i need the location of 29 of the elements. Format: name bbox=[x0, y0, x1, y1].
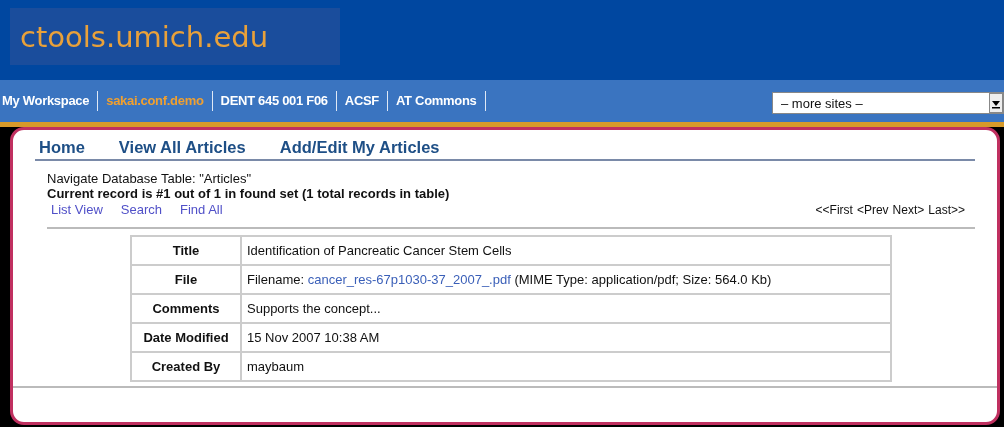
pager-link[interactable]: Last>> bbox=[928, 202, 965, 217]
field-label: File bbox=[131, 265, 241, 294]
site-tab[interactable]: DENT 645 001 F06 bbox=[212, 91, 337, 111]
file-link[interactable]: cancer_res-67p1030-37_2007_.pdf bbox=[307, 272, 511, 287]
field-value: 15 Nov 2007 10:38 AM bbox=[241, 323, 891, 352]
tool-menu-link[interactable]: Add/Edit My Articles bbox=[279, 138, 440, 157]
pager-link[interactable]: Next> bbox=[892, 202, 925, 217]
site-tab[interactable]: My Workspace bbox=[2, 91, 99, 111]
field-value: Identification of Pancreatic Cancer Stem Cells bbox=[241, 236, 891, 265]
field-label: Title bbox=[131, 236, 241, 265]
pager-link[interactable]: <<First bbox=[815, 202, 853, 217]
field-label: Comments bbox=[131, 294, 241, 323]
field-label: Date Modified bbox=[131, 323, 241, 352]
site-tab[interactable]: AT Commons bbox=[388, 91, 486, 111]
table-heading: Navigate Database Table: "Articles" bbox=[47, 171, 253, 186]
record-status: Current record is #1 out of 1 in found set (1 total records in table) bbox=[47, 186, 451, 201]
view-link[interactable]: Search bbox=[120, 202, 162, 217]
tool-menu-link[interactable]: View All Articles bbox=[118, 138, 246, 157]
site-logo[interactable]: ctools.umich.edu bbox=[10, 8, 340, 65]
field-value: maybaum bbox=[241, 352, 891, 381]
site-tab[interactable]: ACSF bbox=[336, 91, 388, 111]
field-value: Filename: cancer_res-67p1030-37_2007_.pdf (MIME Type: application/pdf; Size: 564.0 Kb) bbox=[241, 265, 891, 294]
view-link[interactable]: List View bbox=[51, 202, 103, 217]
view-link[interactable]: Find All bbox=[180, 202, 223, 217]
field-label: Created By bbox=[131, 352, 241, 381]
site-dropdown[interactable]: – more sites – bbox=[772, 92, 1004, 114]
pager-link[interactable]: <Prev bbox=[856, 202, 889, 217]
tool-menu-link[interactable]: Home bbox=[39, 138, 85, 157]
field-value: Supports the concept... bbox=[241, 294, 891, 323]
